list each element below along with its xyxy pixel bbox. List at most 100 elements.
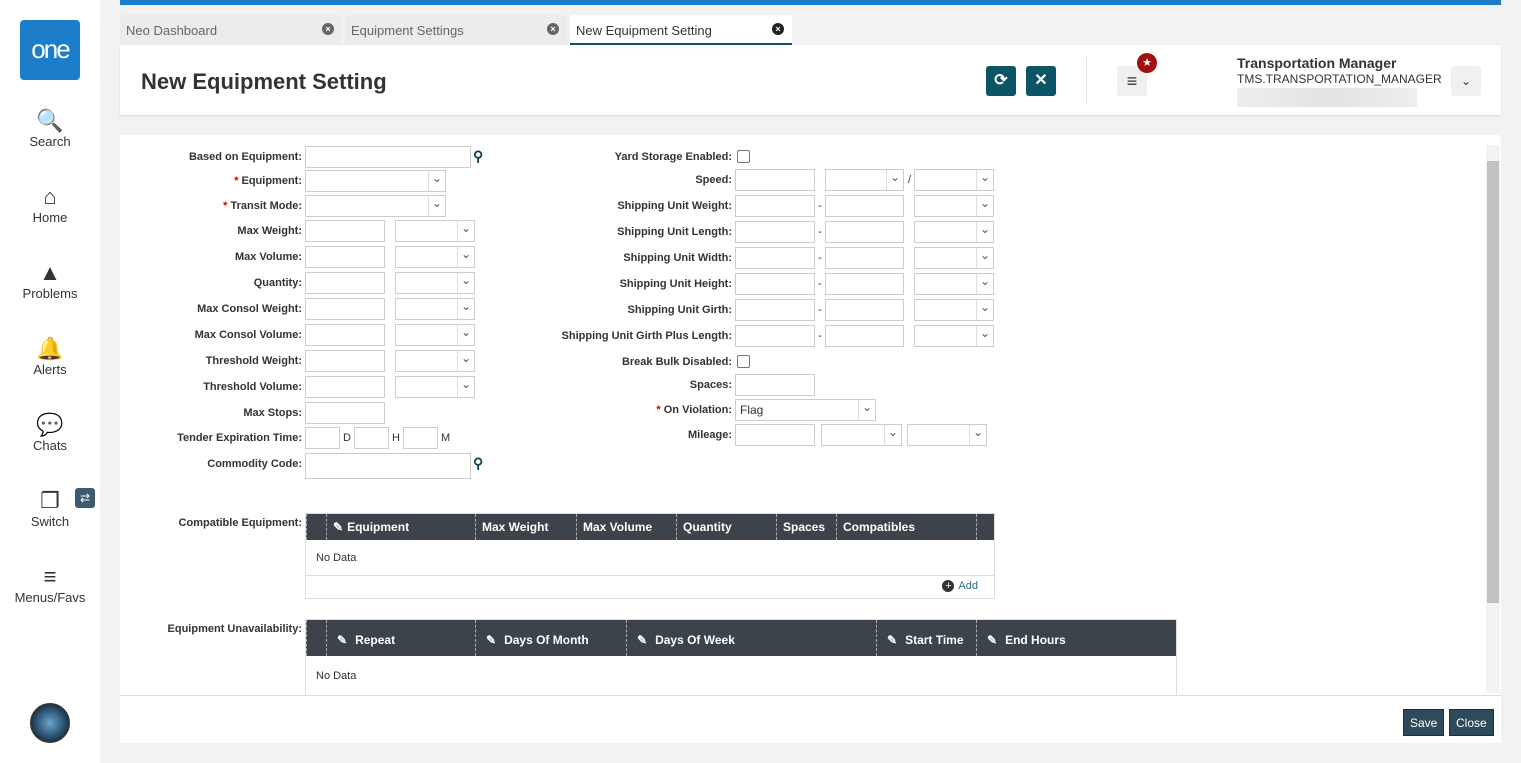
favorite-star-icon[interactable]: ★ bbox=[1137, 53, 1157, 73]
threshold-volume-input[interactable] bbox=[305, 376, 385, 398]
mileage-unit-select[interactable] bbox=[821, 424, 902, 446]
mileage-input[interactable] bbox=[735, 424, 815, 446]
save-button[interactable]: Save bbox=[1403, 709, 1445, 736]
close-tab-icon[interactable]: × bbox=[772, 23, 784, 35]
speed-unit-select[interactable] bbox=[825, 169, 904, 191]
user-avatar[interactable] bbox=[30, 703, 70, 743]
shipping-unit-girth-plus-length-unit-select[interactable] bbox=[914, 325, 994, 347]
chat-icon: 💬 bbox=[36, 412, 64, 437]
tender-expiration-time-m-input[interactable] bbox=[403, 427, 438, 449]
max-consol-weight-input[interactable] bbox=[305, 298, 385, 320]
max-weight-unit-select[interactable] bbox=[395, 220, 475, 242]
close-tab-icon[interactable]: × bbox=[547, 23, 559, 35]
break-bulk-disabled-checkbox[interactable] bbox=[737, 355, 750, 368]
spaces-input[interactable] bbox=[735, 374, 815, 396]
max-consol-weight-unit-select[interactable] bbox=[395, 298, 475, 320]
based-on-equipment-search-icon[interactable]: ⚲ bbox=[473, 148, 483, 165]
equipment-select[interactable] bbox=[305, 170, 446, 192]
shipping-unit-length-max-input[interactable] bbox=[825, 221, 904, 243]
close-button[interactable]: Close bbox=[1449, 709, 1494, 736]
nav-label: Switch bbox=[30, 514, 70, 529]
tender-expiration-time-d-input[interactable] bbox=[305, 427, 340, 449]
nav-home[interactable]: ⌂ Home bbox=[0, 184, 100, 225]
column-spacer bbox=[976, 514, 994, 540]
column-header-spaces[interactable]: Spaces bbox=[776, 514, 825, 540]
max-stops-input[interactable] bbox=[305, 402, 385, 424]
app-logo[interactable]: one bbox=[20, 20, 80, 80]
speed-input[interactable] bbox=[735, 169, 815, 191]
speed-time-select[interactable] bbox=[914, 169, 994, 191]
column-header-repeat[interactable]: ✎ Repeat bbox=[326, 620, 395, 656]
refresh-button[interactable]: ⟳ bbox=[986, 66, 1016, 96]
mileage-type-select[interactable] bbox=[907, 424, 987, 446]
shipping-unit-width-max-input[interactable] bbox=[825, 247, 904, 269]
max-consol-volume-input[interactable] bbox=[305, 324, 385, 346]
max-volume-input[interactable] bbox=[305, 246, 385, 268]
shipping-unit-weight-max-input[interactable] bbox=[825, 195, 904, 217]
edit-icon: ✎ bbox=[637, 633, 648, 647]
field-label: Max Consol Weight: bbox=[197, 303, 302, 315]
shipping-unit-width-unit-select[interactable] bbox=[914, 247, 994, 269]
tab-neo-dashboard[interactable]: Neo Dashboard × bbox=[120, 15, 342, 45]
column-header-max-weight[interactable]: Max Weight bbox=[475, 514, 548, 540]
yard-storage-enabled-checkbox[interactable] bbox=[737, 150, 750, 163]
add-button[interactable]: + Add bbox=[942, 580, 978, 592]
close-tab-icon[interactable]: × bbox=[322, 23, 334, 35]
close-page-button[interactable]: ✕ bbox=[1026, 66, 1056, 96]
vertical-scrollbar[interactable] bbox=[1486, 145, 1500, 693]
max-volume-unit-select[interactable] bbox=[395, 246, 475, 268]
shipping-unit-height-min-input[interactable] bbox=[735, 273, 815, 295]
shipping-unit-height-unit-select[interactable] bbox=[914, 273, 994, 295]
column-header-compatibles[interactable]: Compatibles bbox=[836, 514, 915, 540]
quantity-unit-select[interactable] bbox=[395, 272, 475, 294]
menu-icon: ≡ bbox=[43, 564, 57, 589]
column-header-days-of-month[interactable]: ✎ Days Of Month bbox=[475, 620, 589, 656]
commodity-code-input[interactable] bbox=[305, 453, 471, 479]
column-header-max-volume[interactable]: Max Volume bbox=[576, 514, 652, 540]
shipping-unit-length-unit-select[interactable] bbox=[914, 221, 994, 243]
shipping-unit-girth-unit-select[interactable] bbox=[914, 299, 994, 321]
quantity-input[interactable] bbox=[305, 272, 385, 294]
column-header-end-hours[interactable]: ✎ End Hours bbox=[976, 620, 1066, 656]
tab-new-equipment-setting[interactable]: New Equipment Setting × bbox=[570, 15, 792, 45]
tender-expiration-time-h-input[interactable] bbox=[354, 427, 389, 449]
on-violation-select[interactable]: Flag bbox=[735, 399, 876, 421]
commodity-code-search-icon[interactable]: ⚲ bbox=[473, 455, 483, 472]
column-label: Spaces bbox=[783, 520, 826, 534]
column-header-days-of-week[interactable]: ✎ Days Of Week bbox=[626, 620, 735, 656]
column-header-equipment[interactable]: ✎ Equipment bbox=[326, 514, 409, 540]
separator: - bbox=[818, 304, 822, 316]
user-menu-button[interactable]: ⌄ bbox=[1451, 66, 1481, 96]
threshold-volume-unit-select[interactable] bbox=[395, 376, 475, 398]
based-on-equipment-input[interactable] bbox=[305, 146, 471, 168]
label-text: Spaces: bbox=[689, 379, 732, 391]
nav-alerts[interactable]: 🔔 Alerts bbox=[0, 336, 100, 377]
label-text: Max Weight: bbox=[237, 225, 302, 237]
shipping-unit-height-max-input[interactable] bbox=[825, 273, 904, 295]
shipping-unit-width-min-input[interactable] bbox=[735, 247, 815, 269]
shipping-unit-weight-min-input[interactable] bbox=[735, 195, 815, 217]
shipping-unit-girth-plus-length-min-input[interactable] bbox=[735, 325, 815, 347]
shipping-unit-girth-min-input[interactable] bbox=[735, 299, 815, 321]
threshold-weight-input[interactable] bbox=[305, 350, 385, 372]
shipping-unit-weight-unit-select[interactable] bbox=[914, 195, 994, 217]
row-selector-column bbox=[306, 514, 326, 540]
field-label: Shipping Unit Girth: bbox=[628, 304, 732, 316]
shipping-unit-girth-plus-length-max-input[interactable] bbox=[825, 325, 904, 347]
transit-mode-select[interactable] bbox=[305, 195, 446, 217]
nav-chats[interactable]: 💬 Chats bbox=[0, 412, 100, 453]
nav-menus-favs[interactable]: ≡ Menus/Favs bbox=[0, 564, 100, 605]
shipping-unit-length-min-input[interactable] bbox=[735, 221, 815, 243]
scrollbar-thumb[interactable] bbox=[1487, 161, 1499, 603]
column-header-start-time[interactable]: ✎ Start Time bbox=[876, 620, 964, 656]
column-header-quantity[interactable]: Quantity bbox=[676, 514, 732, 540]
tab-equipment-settings[interactable]: Equipment Settings × bbox=[345, 15, 567, 45]
max-consol-volume-unit-select[interactable] bbox=[395, 324, 475, 346]
shipping-unit-girth-max-input[interactable] bbox=[825, 299, 904, 321]
nav-label: Search bbox=[29, 134, 71, 149]
max-weight-input[interactable] bbox=[305, 220, 385, 242]
nav-problems[interactable]: ▲ Problems bbox=[0, 260, 100, 301]
threshold-weight-unit-select[interactable] bbox=[395, 350, 475, 372]
nav-search[interactable]: 🔍 Search bbox=[0, 108, 100, 149]
nav-label: Menus/Favs bbox=[14, 590, 86, 605]
